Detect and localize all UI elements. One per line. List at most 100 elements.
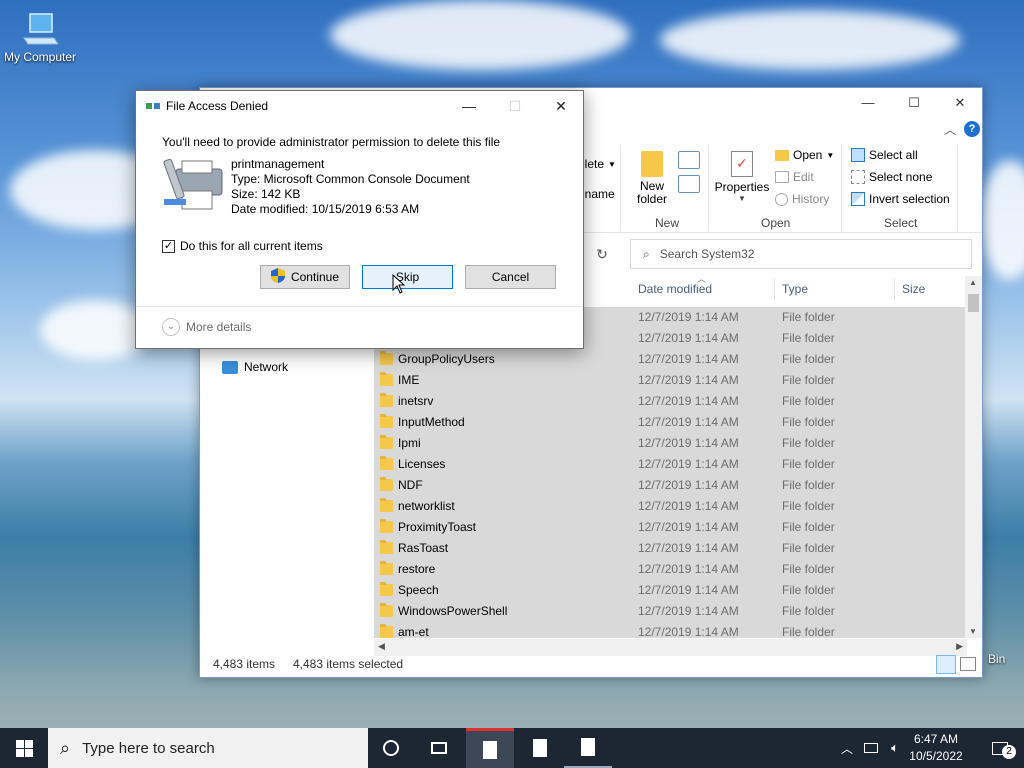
- show-hidden-icons-button[interactable]: ︿: [836, 728, 858, 768]
- properties-label: Properties: [714, 180, 770, 194]
- invert-selection-button[interactable]: Invert selection: [851, 192, 950, 206]
- dialog-app-icon: [146, 101, 160, 112]
- network-tray-icon[interactable]: [860, 728, 882, 768]
- refresh-icon[interactable]: ↻: [590, 244, 614, 264]
- table-row[interactable]: restore 12/7/2019 1:14 AM File folder: [374, 559, 967, 580]
- file-date-modified: Date modified: 10/15/2019 6:53 AM: [231, 202, 420, 216]
- folder-icon: [380, 414, 393, 428]
- new-folder-button[interactable]: New folder: [630, 151, 674, 206]
- action-center-button[interactable]: 2: [976, 728, 1024, 768]
- search-input[interactable]: ⌕ Search System32: [630, 239, 972, 269]
- history-button[interactable]: History: [775, 192, 829, 206]
- ribbon-separator: [708, 145, 709, 231]
- row-type: File folder: [782, 310, 835, 324]
- nav-item-network[interactable]: Network: [222, 360, 288, 374]
- help-icon[interactable]: ?: [964, 121, 980, 137]
- dialog-close-button[interactable]: ✕: [538, 91, 584, 121]
- large-icons-view-icon[interactable]: [960, 657, 976, 671]
- folder-icon: [380, 582, 393, 596]
- new-group-label: New: [655, 216, 680, 230]
- table-row[interactable]: Speech 12/7/2019 1:14 AM File folder: [374, 580, 967, 601]
- table-row[interactable]: WindowsPowerShell 12/7/2019 1:14 AM File f…: [374, 601, 967, 622]
- desktop-icon-my-computer[interactable]: My Computer: [0, 12, 80, 64]
- table-row[interactable]: Licenses 12/7/2019 1:14 AM File folder: [374, 454, 967, 475]
- select-none-button[interactable]: Select none: [851, 170, 932, 184]
- row-date: 12/7/2019 1:14 AM: [638, 541, 739, 555]
- scroll-up-icon[interactable]: ▲: [969, 278, 977, 287]
- taskbar-clock[interactable]: 6:47 AM 10/5/2022: [906, 731, 966, 765]
- table-row[interactable]: inetsrv 12/7/2019 1:14 AM File folder: [374, 391, 967, 412]
- minimize-button[interactable]: —: [845, 88, 891, 117]
- ribbon-separator: [841, 145, 842, 231]
- skip-button[interactable]: Skip: [362, 265, 453, 289]
- continue-button[interactable]: Continue: [260, 265, 350, 289]
- row-type: File folder: [782, 499, 835, 513]
- cancel-button[interactable]: Cancel: [465, 265, 556, 289]
- move-to-icon[interactable]: [678, 175, 700, 193]
- scroll-down-icon[interactable]: ▼: [969, 627, 977, 636]
- column-type[interactable]: Type: [782, 282, 808, 296]
- folder-icon: [380, 624, 393, 638]
- scroll-thumb[interactable]: [968, 294, 979, 312]
- close-button[interactable]: ✕: [937, 88, 983, 117]
- table-row[interactable]: InputMethod 12/7/2019 1:14 AM File folder: [374, 412, 967, 433]
- select-all-button[interactable]: Select all: [851, 148, 918, 162]
- continue-label: Continue: [290, 270, 340, 284]
- edit-button[interactable]: Edit: [775, 170, 814, 184]
- scroll-left-icon[interactable]: ◀: [378, 641, 385, 652]
- column-separator[interactable]: [774, 278, 775, 300]
- taskbar-app-2[interactable]: [516, 728, 564, 768]
- row-type: File folder: [782, 352, 835, 366]
- navigation-pane: Network: [200, 308, 372, 653]
- do-for-all-checkbox[interactable]: ✓ Do this for all current items: [162, 239, 323, 253]
- task-view-button[interactable]: [416, 728, 462, 768]
- dialog-footer: ⌄ More details: [136, 306, 583, 349]
- row-date: 12/7/2019 1:14 AM: [638, 604, 739, 618]
- properties-button[interactable]: ✓ Properties ▼: [714, 151, 770, 203]
- open-icon: [775, 149, 789, 161]
- table-row[interactable]: IME 12/7/2019 1:14 AM File folder: [374, 370, 967, 391]
- desktop-icon-label: My Computer: [3, 50, 77, 64]
- table-row[interactable]: RasToast 12/7/2019 1:14 AM File folder: [374, 538, 967, 559]
- row-name: inetsrv: [398, 394, 434, 408]
- volume-tray-icon[interactable]: 🔈︎: [884, 728, 906, 768]
- taskbar-app-3[interactable]: [564, 728, 612, 768]
- column-date-modified[interactable]: Date modified: [638, 282, 712, 296]
- column-size[interactable]: Size: [902, 282, 925, 296]
- table-row[interactable]: networklist 12/7/2019 1:14 AM File folder: [374, 496, 967, 517]
- column-separator[interactable]: [894, 278, 895, 300]
- open-button[interactable]: Open ▼: [775, 148, 834, 162]
- more-details-toggle[interactable]: ⌄ More details: [162, 318, 251, 336]
- dialog-minimize-button[interactable]: —: [446, 91, 492, 121]
- row-type: File folder: [782, 604, 835, 618]
- scroll-right-icon[interactable]: ▶: [956, 641, 963, 652]
- dialog-title: File Access Denied: [166, 99, 269, 113]
- cortana-button[interactable]: [368, 728, 414, 768]
- maximize-button[interactable]: ☐: [891, 88, 937, 117]
- file-name: printmanagement: [231, 157, 325, 171]
- dialog-maximize-button: ☐: [508, 97, 522, 114]
- details-view-icon[interactable]: [936, 655, 956, 674]
- taskbar-search-placeholder: Type here to search: [82, 739, 215, 757]
- table-row[interactable]: NDF 12/7/2019 1:14 AM File folder: [374, 475, 967, 496]
- computer-icon: [20, 12, 60, 46]
- taskbar-search-input[interactable]: ⌕ Type here to search: [48, 728, 368, 768]
- table-row[interactable]: ProximityToast 12/7/2019 1:14 AM File fold…: [374, 517, 967, 538]
- table-row[interactable]: GroupPolicyUsers 12/7/2019 1:14 AM File fo…: [374, 349, 967, 370]
- vertical-scrollbar[interactable]: ▲ ▼: [965, 276, 982, 638]
- table-row[interactable]: Ipmi 12/7/2019 1:14 AM File folder: [374, 433, 967, 454]
- history-icon: [775, 192, 788, 206]
- desktop-icon-recycle-bin-label[interactable]: Bin: [988, 652, 1005, 666]
- taskbar-app-1[interactable]: [466, 728, 514, 768]
- collapse-ribbon-icon[interactable]: ︿: [944, 121, 956, 138]
- copy-to-icon[interactable]: [678, 151, 700, 169]
- windows-logo-icon: [15, 739, 33, 757]
- row-type: File folder: [782, 457, 835, 471]
- table-row[interactable]: am-et 12/7/2019 1:14 AM File folder: [374, 622, 967, 638]
- folder-icon: [380, 540, 393, 554]
- search-placeholder: Search System32: [659, 247, 755, 261]
- search-icon: ⌕: [643, 246, 650, 261]
- start-button[interactable]: [0, 728, 48, 768]
- folder-icon: [641, 151, 663, 177]
- dialog-message: You'll need to provide administrator per…: [162, 135, 501, 149]
